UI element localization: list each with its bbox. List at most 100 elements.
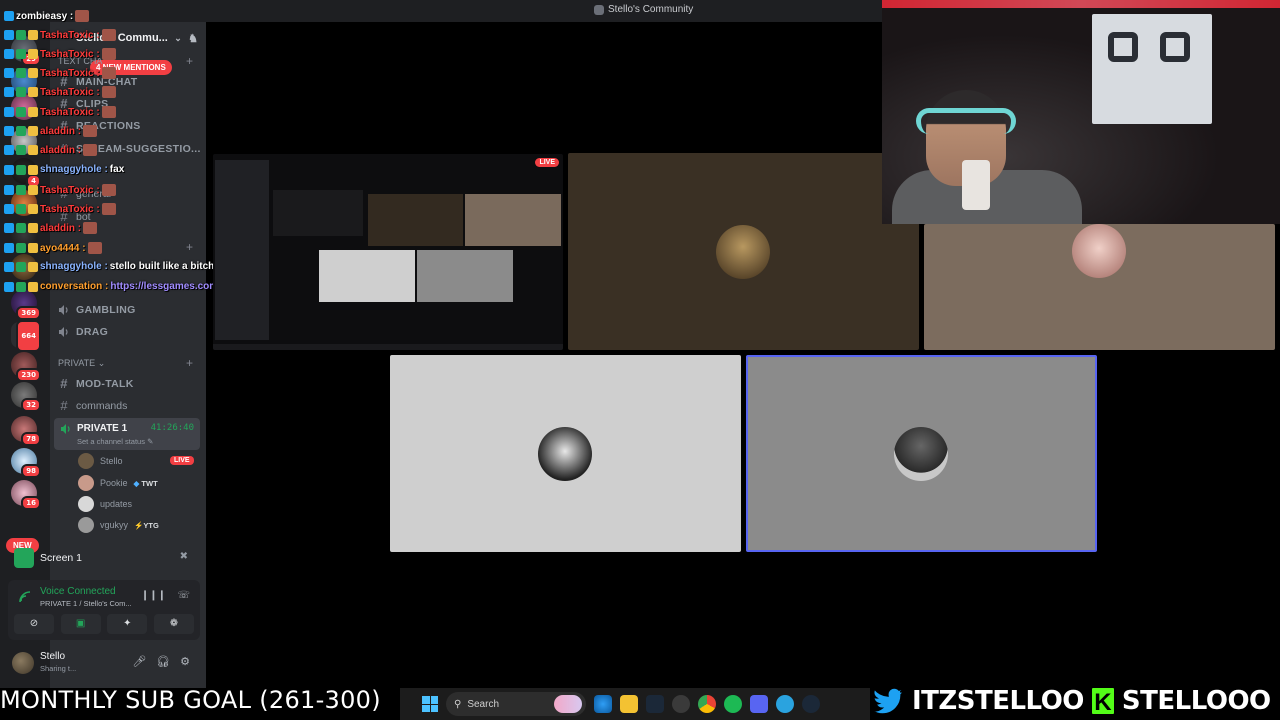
chat-badge-icon [28,281,38,292]
headphones-icon[interactable]: 🎧︎ [156,655,170,668]
soundboard-button[interactable]: ❁ [153,614,194,634]
mention-badge: 98 [21,464,41,478]
avatar [1072,224,1126,278]
chat-badge-icon [16,107,26,117]
channel-commands[interactable]: # commands [58,398,127,413]
voice-controls: ⊘ ▣ ✦ ❁ [14,614,194,634]
voice-location[interactable]: PRIVATE 1 / Stello's Com... [40,599,132,608]
cup [962,160,990,210]
camera-off-button[interactable]: ⊘ [14,614,54,634]
settings-icon[interactable] [672,695,690,713]
stream-tile[interactable] [568,153,919,350]
telegram-icon[interactable] [776,695,794,713]
add-channel-icon[interactable]: + [186,356,193,370]
screen-share-button[interactable]: ▣ [60,614,101,634]
emote-icon [83,144,98,156]
channel-drag[interactable]: DRAG [58,326,108,338]
chat-badge-icon [4,30,14,40]
mini-sidebar [215,160,269,340]
channel-label: GAMBLING [76,304,136,316]
close-icon[interactable]: ✖ [180,551,188,562]
emote-icon [83,125,98,137]
server-icon[interactable]: M664 [11,320,41,352]
chat-username: shnaggyhole : [40,164,108,175]
avatar [716,225,770,279]
chat-badge-icon [28,107,38,117]
mention-badge: 369 [16,306,41,320]
twitter-icon [872,686,906,715]
chat-text: stello built like a bitch [109,261,215,272]
emote-icon [87,242,102,254]
chat-badge-icon [16,68,26,78]
discord-icon[interactable] [750,695,768,713]
stream-tile-selected[interactable] [746,355,1097,552]
chat-message: zombieasy : [4,10,90,22]
disconnect-icon[interactable]: ☏ [177,590,190,601]
emote-icon [101,29,116,41]
server-icon[interactable]: 32 [11,382,41,412]
chat-username: TashaToxic : [40,184,100,196]
mini-tile [465,194,561,246]
window-title-text: Stello's Community [608,4,694,15]
mention-badge: 230 [16,368,41,382]
microphone-icon[interactable]: 🎤︎ [132,655,146,668]
server-icon[interactable]: 98 [11,448,41,478]
screen-share-panel[interactable]: Screen 1 ✖ [8,544,200,572]
chat-badge-icon [4,164,14,175]
chat-badge-icon [16,204,26,214]
stream-tile[interactable] [390,355,741,552]
server-icon [594,4,604,15]
chat-badge-icon [16,87,26,97]
emote-icon [101,203,116,215]
speaker-icon [59,305,68,315]
chat-message: aladdin : [4,144,98,156]
avatar [78,517,94,533]
server-icon[interactable]: 230 [11,352,41,382]
user-controls: 🎤︎ 🎧︎ ⚙ [132,655,190,668]
steam-icon[interactable] [802,695,820,713]
emote-icon [101,86,116,98]
wall-poster [1092,14,1212,124]
chat-badge-icon [28,126,38,136]
stream-tile-screen[interactable]: LIVE [213,154,563,350]
voice-user[interactable]: updates [78,496,132,512]
steam-icon[interactable] [646,695,664,713]
spotify-icon[interactable] [724,695,742,713]
chat-badge-icon [16,145,26,155]
chat-badge-icon [16,223,26,233]
social-handles: ITZSTELLOO K STELLOOO [872,682,1280,720]
channel-gambling[interactable]: GAMBLING [58,304,136,316]
chat-badge-icon [4,185,14,195]
voice-user[interactable]: Stello [78,453,123,469]
category-private[interactable]: PRIVATE ⌄ [58,358,105,369]
stream-tile[interactable] [924,224,1275,350]
voice-channel-private-1[interactable]: PRIVATE 1 41:26:40 Set a channel status … [54,418,200,450]
voice-user[interactable]: Pookie ◆ TWT [78,475,158,491]
sub-goal-text: MONTHLY SUB GOAL (261-300) [0,686,381,714]
mention-badge: 664 [16,320,41,352]
channel-mod-talk[interactable]: # MOD-TALK [58,376,134,391]
signal-icon[interactable] [18,590,32,604]
chat-badge-icon [4,281,14,292]
poster-shape [1160,32,1190,62]
server-icon[interactable]: 16 [11,480,41,510]
user-panel: Stello Sharing t... 🎤︎ 🎧︎ ⚙ [8,648,200,678]
emote-icon [83,222,98,234]
voice-channel-name: PRIVATE 1 [77,423,128,434]
gear-icon[interactable]: ⚙ [180,655,190,668]
file-explorer-icon[interactable] [620,695,638,713]
chat-message: TashaToxic : [4,203,116,215]
server-icon[interactable]: 78 [11,416,41,446]
avatar[interactable] [12,652,34,674]
voice-user[interactable]: vgukyy ⚡YTG [78,517,159,533]
edge-icon[interactable] [594,695,612,713]
windows-start-icon[interactable] [422,696,438,712]
taskbar-search[interactable]: ⚲ Search [446,692,586,716]
chat-message: shnaggyhole : stello built like a bitch [4,261,214,272]
username: Stello [40,651,66,662]
mini-tile [368,194,463,246]
channel-status-prompt[interactable]: Set a channel status ✎ [77,437,153,446]
chrome-icon[interactable] [698,695,716,713]
noise-suppression-icon[interactable]: ❙❙❙ [141,590,166,601]
activities-button[interactable]: ✦ [107,614,148,634]
